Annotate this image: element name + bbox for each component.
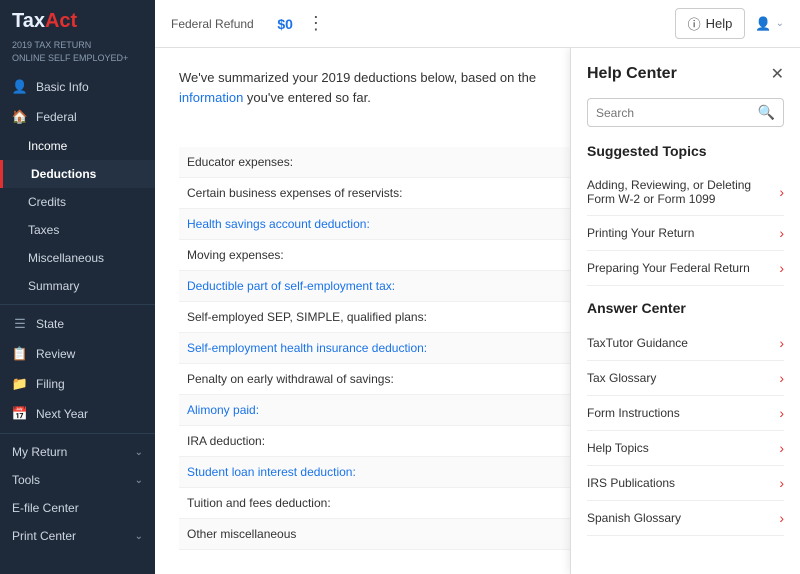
- state-icon: ☰: [12, 316, 28, 332]
- help-search-wrap: 🔍: [587, 98, 784, 127]
- sidebar-item-misc[interactable]: Miscellaneous: [0, 244, 155, 272]
- sidebar-efile-center[interactable]: E-file Center: [0, 494, 155, 522]
- chevron-right-icon: ›: [779, 475, 784, 491]
- chevron-right-icon: ›: [779, 440, 784, 456]
- next-year-icon: 📅: [12, 406, 28, 422]
- sidebar-subtitle: 2019 Tax ReturnOnline Self Employed+: [0, 39, 155, 72]
- deduction-label: Tuition and fees deduction:: [179, 488, 541, 519]
- person-icon: 👤: [12, 79, 28, 95]
- deduction-label: Student loan interest deduction:: [179, 457, 541, 488]
- close-button[interactable]: ✕: [771, 64, 784, 84]
- chevron-down-icon: ⌄: [135, 475, 143, 486]
- chevron-right-icon: ›: [779, 405, 784, 421]
- sidebar-item-review[interactable]: 📋 Review: [0, 339, 155, 369]
- chevron-down-icon: ⌄: [135, 447, 143, 458]
- answer-topic-item[interactable]: Tax Glossary›: [587, 361, 784, 396]
- col-header-label: [179, 125, 541, 147]
- refund-amount: $0: [277, 16, 293, 32]
- logo-tax: Tax: [12, 10, 45, 32]
- help-button[interactable]: ⓘ Help: [675, 8, 746, 39]
- deduction-label: Self-employment health insurance deducti…: [179, 333, 541, 364]
- logo-act: Act: [45, 10, 77, 32]
- sidebar-my-return[interactable]: My Return ⌄: [0, 438, 155, 466]
- chevron-right-icon: ›: [779, 260, 784, 276]
- sidebar-tools[interactable]: Tools ⌄: [0, 466, 155, 494]
- deduction-label: Alimony paid:: [179, 395, 541, 426]
- sidebar-item-next-year[interactable]: 📅 Next Year: [0, 399, 155, 429]
- answer-topic-item[interactable]: Spanish Glossary›: [587, 501, 784, 536]
- deduction-label: Other miscellaneous: [179, 519, 541, 550]
- help-panel-header: Help Center ✕: [587, 64, 784, 84]
- suggested-topics-list: Adding, Reviewing, or Deleting Form W-2 …: [587, 169, 784, 286]
- help-panel: Help Center ✕ 🔍 Suggested Topics Adding,…: [570, 48, 800, 574]
- sidebar-item-basic-info[interactable]: 👤 Basic Info: [0, 72, 155, 102]
- review-icon: 📋: [12, 346, 28, 362]
- answer-topic-item[interactable]: TaxTutor Guidance›: [587, 326, 784, 361]
- chevron-right-icon: ›: [779, 184, 784, 200]
- federal-icon: 🏠: [12, 109, 28, 125]
- more-options-button[interactable]: ⋮: [307, 13, 325, 34]
- sidebar-item-income[interactable]: Income: [0, 132, 155, 160]
- chevron-right-icon: ›: [779, 225, 784, 241]
- sidebar-item-deductions[interactable]: Deductions: [0, 160, 155, 188]
- answer-topic-item[interactable]: IRS Publications›: [587, 466, 784, 501]
- deduction-label: Self-employed SEP, SIMPLE, qualified pla…: [179, 302, 541, 333]
- content-intro: We've summarized your 2019 deductions be…: [179, 68, 599, 107]
- sidebar-item-summary[interactable]: Summary: [0, 272, 155, 300]
- user-avatar-icon: 👤: [755, 16, 771, 32]
- deduction-label: Moving expenses:: [179, 240, 541, 271]
- chevron-right-icon: ›: [779, 370, 784, 386]
- chevron-right-icon: ›: [779, 510, 784, 526]
- topbar: Federal Refund $0 ⋮ ⓘ Help 👤 ⌄: [155, 0, 800, 48]
- content-area: We've summarized your 2019 deductions be…: [155, 48, 800, 574]
- suggested-topic-item[interactable]: Printing Your Return›: [587, 216, 784, 251]
- info-link[interactable]: information: [179, 90, 243, 105]
- sidebar-item-filing[interactable]: 📁 Filing: [0, 369, 155, 399]
- user-menu-button[interactable]: 👤 ⌄: [755, 16, 784, 32]
- deduction-label: Deductible part of self-employment tax:: [179, 271, 541, 302]
- sidebar-item-taxes[interactable]: Taxes: [0, 216, 155, 244]
- answer-topics-list: TaxTutor Guidance›Tax Glossary›Form Inst…: [587, 326, 784, 536]
- sidebar-print-center[interactable]: Print Center ⌄: [0, 522, 155, 550]
- filing-icon: 📁: [12, 376, 28, 392]
- sidebar-item-state[interactable]: ☰ State: [0, 309, 155, 339]
- chevron-down-icon: ⌄: [776, 18, 784, 29]
- help-panel-title: Help Center: [587, 65, 677, 83]
- chevron-right-icon: ›: [779, 335, 784, 351]
- deduction-label: Certain business expenses of reservists:: [179, 178, 541, 209]
- answer-topic-item[interactable]: Help Topics›: [587, 431, 784, 466]
- help-circle-icon: ⓘ: [688, 14, 701, 33]
- chevron-down-icon: ⌄: [135, 531, 143, 542]
- deduction-label: IRA deduction:: [179, 426, 541, 457]
- refund-label: Federal Refund: [171, 17, 254, 31]
- help-search-input[interactable]: [596, 106, 758, 120]
- deduction-label: Health savings account deduction:: [179, 209, 541, 240]
- sidebar: TaxAct 2019 Tax ReturnOnline Self Employ…: [0, 0, 155, 574]
- logo: TaxAct: [0, 0, 155, 39]
- suggested-topics-title: Suggested Topics: [587, 143, 784, 159]
- main-content: Federal Refund $0 ⋮ ⓘ Help 👤 ⌄ We've sum…: [155, 0, 800, 574]
- deduction-label: Penalty on early withdrawal of savings:: [179, 364, 541, 395]
- suggested-topic-item[interactable]: Adding, Reviewing, or Deleting Form W-2 …: [587, 169, 784, 216]
- sidebar-item-federal[interactable]: 🏠 Federal: [0, 102, 155, 132]
- answer-topic-item[interactable]: Form Instructions›: [587, 396, 784, 431]
- suggested-topic-item[interactable]: Preparing Your Federal Return›: [587, 251, 784, 286]
- search-icon: 🔍: [758, 104, 775, 121]
- sidebar-item-credits[interactable]: Credits: [0, 188, 155, 216]
- answer-center: Answer Center TaxTutor Guidance›Tax Glos…: [587, 300, 784, 536]
- answer-center-title: Answer Center: [587, 300, 784, 316]
- deduction-label: Educator expenses:: [179, 147, 541, 178]
